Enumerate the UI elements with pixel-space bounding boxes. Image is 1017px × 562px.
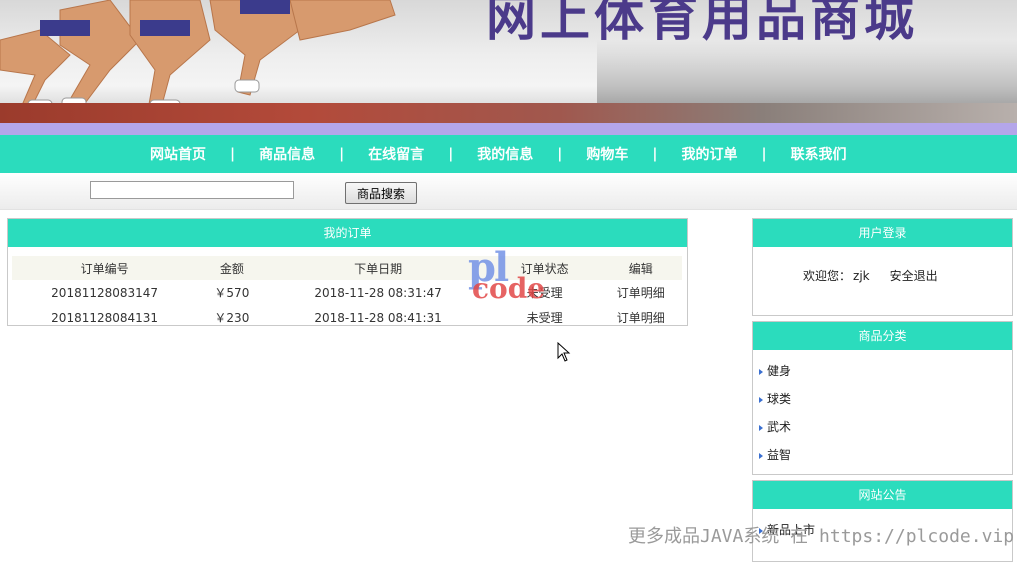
bullet-arrow-icon [759, 424, 763, 431]
site-title: 网上体育用品商城 [486, 0, 918, 47]
login-panel: 用户登录 欢迎您： zjk 安全退出 [752, 218, 1013, 316]
plcode-watermark-logo: pl code [468, 248, 568, 308]
order-detail-link[interactable]: 订单明细 [600, 305, 683, 330]
running-track [0, 103, 1017, 123]
nav-separator: | [448, 146, 454, 162]
orders-table: 订单编号 金额 下单日期 订单状态 编辑 20181128083147 ￥570… [12, 256, 682, 330]
nav-my-info[interactable]: 我的信息 [477, 144, 533, 164]
login-panel-title: 用户登录 [753, 219, 1012, 247]
order-date: 2018-11-28 08:31:47 [314, 285, 442, 300]
category-label: 健身 [767, 364, 792, 378]
welcome-message: 欢迎您： zjk 安全退出 [803, 267, 938, 284]
category-list: 健身 球类 武术 益智 [759, 362, 791, 474]
notice-panel-title: 网站公告 [753, 481, 1012, 509]
notice-panel: 网站公告 新品上市 [752, 480, 1013, 562]
orders-panel-title: 我的订单 [8, 219, 687, 247]
category-panel: 商品分类 健身 球类 武术 益智 [752, 321, 1013, 475]
category-item-fitness[interactable]: 健身 [759, 362, 791, 390]
category-label: 武术 [767, 420, 792, 434]
nav-guestbook[interactable]: 在线留言 [368, 144, 424, 164]
table-row: 20181128083147 ￥570 2018-11-28 08:31:47 … [12, 280, 682, 305]
table-header-row: 订单编号 金额 下单日期 订单状态 编辑 [12, 256, 682, 280]
category-item-puzzle[interactable]: 益智 [759, 446, 791, 474]
category-label: 球类 [767, 392, 792, 406]
order-amount: ￥570 [214, 286, 250, 300]
bullet-arrow-icon [759, 452, 763, 459]
search-button[interactable]: 商品搜索 [345, 182, 417, 204]
order-status: 未受理 [526, 311, 563, 325]
nav-separator: | [339, 146, 345, 162]
column-header-date: 下单日期 [266, 256, 490, 280]
footer-watermark-text: 更多成品JAVA系统 在 https://plcode.vip [628, 526, 1015, 547]
column-header-edit: 编辑 [599, 256, 682, 280]
city-skyline [597, 40, 1017, 110]
nav-products[interactable]: 商品信息 [259, 144, 315, 164]
nav-cart[interactable]: 购物车 [586, 144, 628, 164]
category-item-martial-arts[interactable]: 武术 [759, 418, 791, 446]
search-bar: 商品搜索 [0, 173, 1017, 210]
nav-separator: | [230, 146, 236, 162]
order-id: 20181128084131 [51, 310, 159, 325]
watermark-logo-bottom: code [472, 272, 546, 305]
bullet-arrow-icon [759, 396, 763, 403]
welcome-label: 欢迎您： [803, 269, 852, 283]
logout-link[interactable]: 安全退出 [890, 269, 938, 283]
order-detail-link[interactable]: 订单明细 [600, 280, 683, 305]
nav-separator: | [652, 146, 658, 162]
order-amount: ￥230 [214, 311, 250, 325]
category-item-balls[interactable]: 球类 [759, 390, 791, 418]
orders-panel: 我的订单 订单编号 金额 下单日期 订单状态 编辑 20181128083147… [7, 218, 688, 326]
order-date: 2018-11-28 08:41:31 [314, 310, 442, 325]
header-band [0, 123, 1017, 135]
column-header-order-id: 订单编号 [12, 256, 198, 280]
order-id: 20181128083147 [51, 285, 159, 300]
header-banner: 网上体育用品商城 [0, 0, 1017, 123]
nav-my-orders[interactable]: 我的订单 [681, 144, 737, 164]
table-row: 20181128084131 ￥230 2018-11-28 08:41:31 … [12, 305, 682, 330]
column-header-amount: 金额 [197, 256, 267, 280]
bullet-arrow-icon [759, 368, 763, 375]
category-label: 益智 [767, 448, 792, 462]
username: zjk [853, 269, 870, 283]
nav-contact[interactable]: 联系我们 [791, 144, 847, 164]
search-input[interactable] [90, 181, 294, 199]
nav-separator: | [761, 146, 767, 162]
category-panel-title: 商品分类 [753, 322, 1012, 350]
nav-separator: | [557, 146, 563, 162]
main-nav: 网站首页 | 商品信息 | 在线留言 | 我的信息 | 购物车 | 我的订单 |… [0, 135, 1017, 173]
nav-home[interactable]: 网站首页 [150, 144, 206, 164]
mouse-cursor-icon [557, 342, 571, 362]
